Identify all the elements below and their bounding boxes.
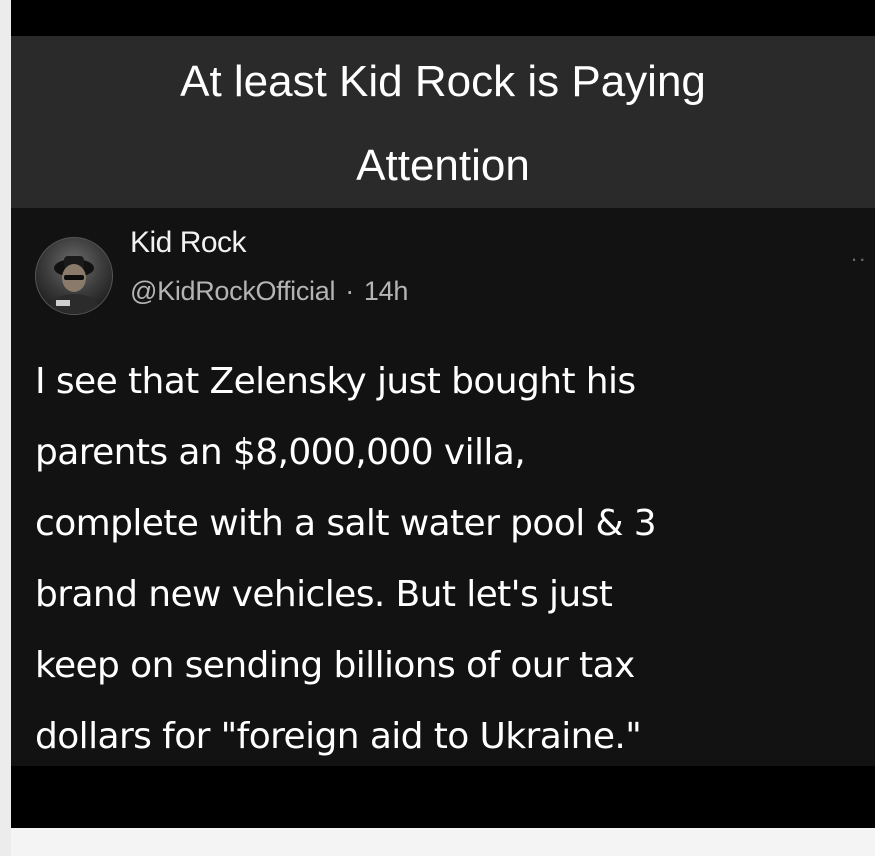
author-handle[interactable]: @KidRockOfficial: [130, 276, 335, 306]
more-dots-icon[interactable]: ··: [850, 246, 867, 272]
meme-image: At least Kid Rock is Paying Attention Ki…: [11, 0, 875, 828]
tweet-card: Kid Rock @KidRockOfficial · 14h ·· I see t…: [11, 208, 875, 766]
tweet-text-line: brand new vehicles. But let's just: [35, 574, 613, 615]
avatar[interactable]: [35, 237, 113, 315]
tweet-text-line: dollars for "foreign aid to Ukraine.": [35, 716, 642, 757]
left-margin: [0, 0, 11, 856]
meta-separator: ·: [345, 276, 354, 306]
meme-caption: At least Kid Rock is Paying Attention: [11, 36, 875, 208]
caption-line-2: Attention: [356, 141, 530, 190]
screenshot-page: At least Kid Rock is Paying Attention Ki…: [0, 0, 875, 856]
tweet-time[interactable]: 14h: [364, 276, 408, 306]
tweet-meta: @KidRockOfficial · 14h: [130, 276, 408, 307]
tweet-text-line: I see that Zelensky just bought his: [35, 361, 636, 402]
caption-line-1: At least Kid Rock is Paying: [180, 57, 706, 106]
tweet-text-line: keep on sending billions of our tax: [35, 645, 635, 686]
avatar-image: [46, 256, 102, 314]
author-name[interactable]: Kid Rock: [130, 226, 247, 260]
tweet-text-line: complete with a salt water pool & 3: [35, 503, 657, 544]
tweet-text-line: parents an $8,000,000 villa,: [35, 432, 526, 473]
tweet-text: I see that Zelensky just bought his pare…: [35, 346, 871, 772]
